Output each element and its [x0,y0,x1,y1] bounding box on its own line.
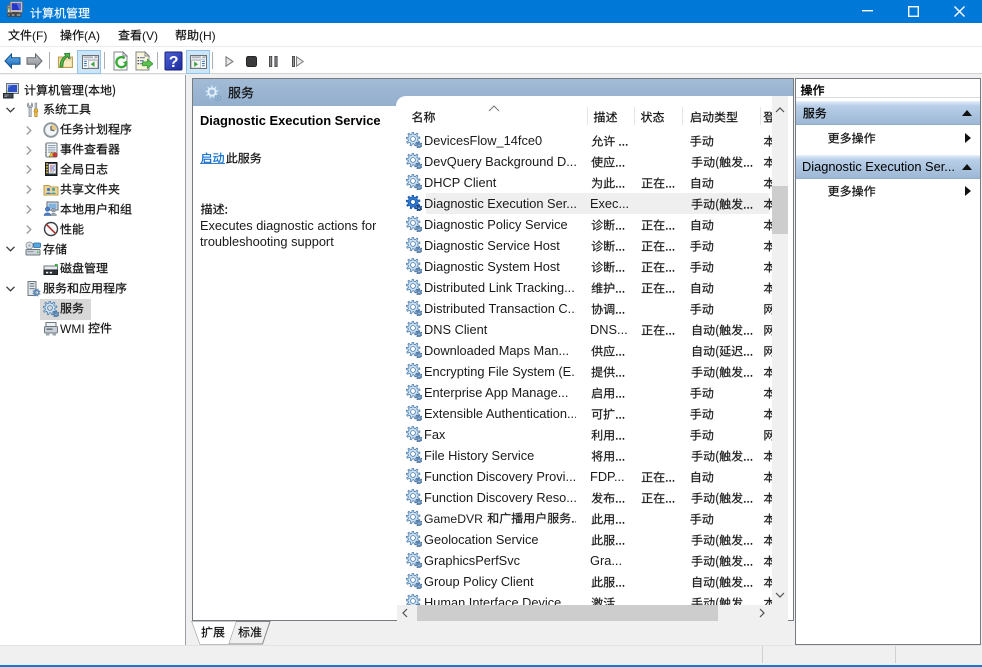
svg-text:?: ? [169,54,179,71]
